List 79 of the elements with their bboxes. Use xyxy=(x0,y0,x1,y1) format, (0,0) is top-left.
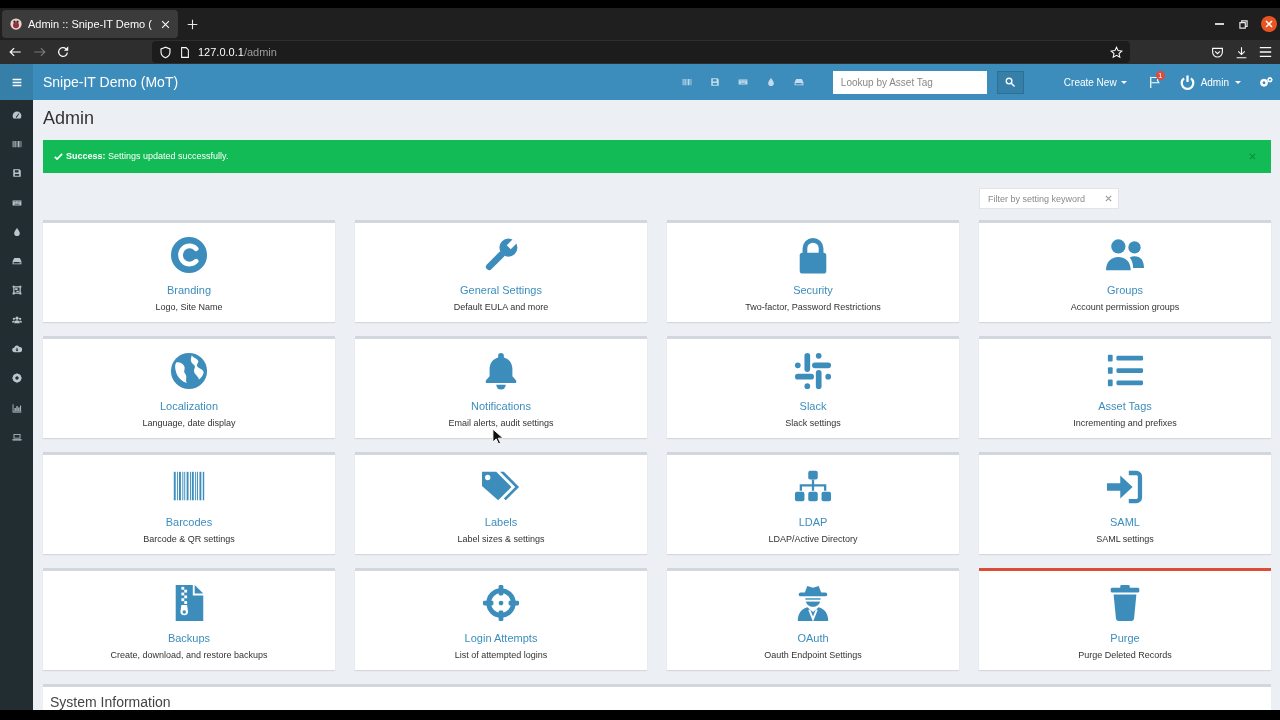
object-group-icon[interactable] xyxy=(11,285,22,296)
setting-description: SAML settings xyxy=(1096,533,1154,545)
download-icon[interactable] xyxy=(1235,45,1248,59)
setting-title-link[interactable]: Localization xyxy=(159,399,219,413)
page-icon xyxy=(179,45,191,59)
caret-icon xyxy=(1235,80,1241,84)
barcode-icon[interactable] xyxy=(11,138,22,149)
setting-description: Email alerts, audit settings xyxy=(448,417,554,429)
setting-description: Slack settings xyxy=(785,417,841,429)
globe-icon xyxy=(170,352,208,390)
setting-description: List of attempted logins xyxy=(454,649,548,661)
user-menu-dropdown[interactable]: Admin xyxy=(1179,74,1241,90)
menu-icon[interactable] xyxy=(1259,46,1272,58)
setting-description: Oauth Endpoint Settings xyxy=(764,649,862,661)
setting-description: Two-factor, Password Restrictions xyxy=(745,301,881,313)
setting-title-link[interactable]: Security xyxy=(793,283,833,297)
gears-icon[interactable] xyxy=(1260,77,1273,87)
back-arrow-icon[interactable] xyxy=(8,45,22,59)
power-icon xyxy=(1179,74,1195,90)
caret-icon xyxy=(1120,80,1127,84)
setting-title-link[interactable]: Backups xyxy=(167,631,211,645)
crosshairs-icon xyxy=(482,584,520,622)
sidebar-toggle-button[interactable] xyxy=(0,64,33,100)
setting-title-link[interactable]: SAML xyxy=(1110,515,1140,529)
panel-title: System Information xyxy=(50,694,171,710)
setting-title-link[interactable]: Purge xyxy=(1110,631,1140,645)
setting-description: Logo, Site Name xyxy=(155,301,223,313)
restore-icon[interactable] xyxy=(1239,19,1248,29)
menu-icon xyxy=(11,77,22,87)
brand-link[interactable]: Snipe-IT Demo (MoT) xyxy=(43,71,179,93)
hashtag-icon xyxy=(794,352,832,390)
create-new-dropdown[interactable]: Create New xyxy=(1063,74,1127,90)
setting-description: Account permission groups xyxy=(1070,301,1180,313)
setting-title-link[interactable]: Branding xyxy=(166,283,211,297)
setting-title-link[interactable]: Labels xyxy=(484,515,518,529)
setting-title-link[interactable]: General Settings xyxy=(460,283,542,297)
forward-arrow-icon[interactable] xyxy=(33,45,47,59)
shield-icon xyxy=(159,45,172,59)
page-title: Admin xyxy=(43,107,96,130)
setting-description: Label sizes & settings xyxy=(457,533,545,545)
address-bar[interactable]: 127.0.0.1/admin xyxy=(152,41,1130,63)
setting-title-link[interactable]: Notifications xyxy=(471,399,531,413)
setting-title-link[interactable]: LDAP xyxy=(798,515,828,529)
setting-description: Language, date display xyxy=(142,417,236,429)
clear-icon[interactable] xyxy=(1105,195,1112,202)
new-tab-icon[interactable] xyxy=(187,18,198,30)
alert-message: Success: Settings updated successfully. xyxy=(66,149,230,163)
setting-title-link[interactable]: OAuth xyxy=(797,631,829,645)
check-icon xyxy=(54,152,63,161)
search-button[interactable] xyxy=(996,70,1024,94)
setting-title-link[interactable]: Login Attempts xyxy=(464,631,538,645)
c-circle-icon xyxy=(170,236,208,274)
pocket-icon[interactable] xyxy=(1211,45,1224,59)
setting-description: Default EULA and more xyxy=(453,301,549,313)
hard-drive-icon[interactable] xyxy=(11,256,22,267)
site-favicon-icon xyxy=(10,18,22,30)
filter-field[interactable]: Filter by setting keyword xyxy=(979,188,1119,209)
browser-tab[interactable]: Admin :: Snipe-IT Demo ( xyxy=(2,10,178,38)
setting-description: Incrementing and prefixes xyxy=(1073,417,1177,429)
setting-description: Purge Deleted Records xyxy=(1078,649,1172,661)
setting-title-link[interactable]: Groups xyxy=(1106,283,1144,297)
setting-title-link[interactable]: Asset Tags xyxy=(1098,399,1152,413)
bookmark-star-icon[interactable] xyxy=(1110,45,1123,59)
sign-in-icon xyxy=(1106,468,1144,506)
setting-description: Create, download, and restore backups xyxy=(110,649,268,661)
gauge-icon[interactable] xyxy=(11,109,22,120)
setting-description: Barcode & QR settings xyxy=(143,533,235,545)
droplet-icon[interactable] xyxy=(11,226,22,237)
close-window-icon[interactable] xyxy=(1261,16,1277,32)
search-icon xyxy=(1005,77,1016,87)
users-icon[interactable] xyxy=(11,314,22,325)
asset-tag-search-field[interactable]: Lookup by Asset Tag xyxy=(832,70,987,94)
laptop-icon[interactable] xyxy=(11,431,22,442)
setting-description: LDAP/Active Directory xyxy=(768,533,858,545)
reload-icon[interactable] xyxy=(56,45,70,59)
setting-title-link[interactable]: Barcodes xyxy=(165,515,213,529)
settings-icon[interactable] xyxy=(11,373,22,384)
cloud-download-icon[interactable] xyxy=(11,344,22,354)
setting-title-link[interactable]: Slack xyxy=(799,399,827,413)
